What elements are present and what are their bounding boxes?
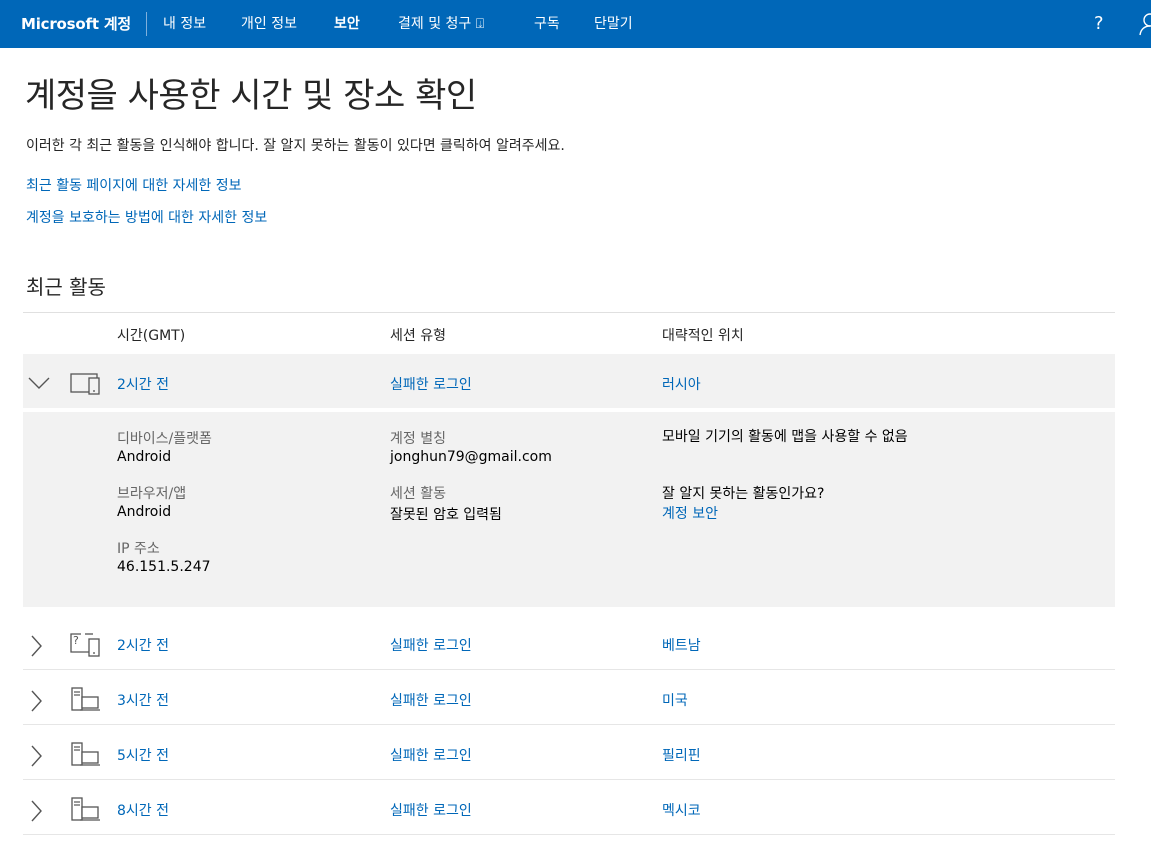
activity-time[interactable]: 8시간 전	[117, 800, 169, 820]
chevron-right-icon[interactable]	[29, 689, 43, 717]
nav-item-my-info[interactable]: 내 정보	[163, 0, 206, 48]
account-protection-info-link[interactable]: 계정을 보호하는 방법에 대한 자세한 정보	[26, 207, 267, 227]
header-session-type: 세션 유형	[390, 328, 446, 344]
activity-session-type[interactable]: 실패한 로그인	[390, 374, 472, 394]
activity-row-expanded[interactable]: 2시간 전 실패한 로그인 러시아	[23, 354, 1115, 408]
header-location: 대략적인 위치	[662, 328, 744, 344]
activity-session-type[interactable]: 실패한 로그인	[390, 800, 472, 820]
activity-time[interactable]: 3시간 전	[117, 690, 169, 710]
nav-item-security[interactable]: 보안	[334, 0, 360, 48]
account-alias-value: jonghun79@gmail.com	[390, 449, 552, 465]
brand-logo[interactable]: Microsoft 계정	[21, 0, 131, 48]
session-activity-value: 잘못된 암호 입력됨	[390, 507, 502, 523]
activity-table: 시간(GMT) 세션 유형 대략적인 위치 2시간 전 실패한 로그인 러시아 …	[23, 312, 1115, 835]
nav-divider	[146, 12, 147, 36]
activity-row[interactable]: ? 2시간 전 실패한 로그인 베트남	[23, 615, 1115, 670]
ip-address-value: 46.151.5.247	[117, 559, 211, 575]
session-activity-label: 세션 활동	[390, 486, 446, 502]
chevron-right-icon[interactable]	[29, 744, 43, 772]
activity-detail-panel: 디바이스/플랫폼 Android 브라우저/앱 Android IP 주소 46…	[23, 412, 1115, 607]
activity-session-type[interactable]: 실패한 로그인	[390, 635, 472, 655]
activity-row[interactable]: 5시간 전 실패한 로그인 필리핀	[23, 725, 1115, 780]
table-header: 시간(GMT) 세션 유형 대략적인 위치	[23, 312, 1115, 354]
chevron-right-icon[interactable]	[29, 799, 43, 827]
nav-item-billing[interactable]: 결제 및 청구 ⍗	[398, 0, 484, 48]
browser-app-label: 브라우저/앱	[117, 486, 187, 502]
help-icon[interactable]: ?	[1094, 0, 1104, 48]
activity-session-type[interactable]: 실패한 로그인	[390, 745, 472, 765]
activity-time[interactable]: 5시간 전	[117, 745, 169, 765]
browser-app-value: Android	[117, 504, 172, 520]
nav-item-devices[interactable]: 단말기	[594, 0, 633, 48]
activity-time[interactable]: 2시간 전	[117, 635, 169, 655]
activity-row[interactable]: 3시간 전 실패한 로그인 미국	[23, 670, 1115, 725]
desktop-icon	[69, 740, 103, 772]
recent-activity-info-link[interactable]: 최근 활동 페이지에 대한 자세한 정보	[26, 175, 241, 195]
activity-time[interactable]: 2시간 전	[117, 374, 169, 394]
top-nav-bar: Microsoft 계정 내 정보 개인 정보 보안 결제 및 청구 ⍗ 구독 …	[0, 0, 1151, 48]
desktop-icon	[69, 795, 103, 827]
unknown-device-icon: ?	[69, 630, 103, 662]
activity-row[interactable]: 8시간 전 실패한 로그인 멕시코	[23, 780, 1115, 835]
activity-location[interactable]: 베트남	[662, 635, 701, 655]
nav-item-privacy[interactable]: 개인 정보	[241, 0, 297, 48]
section-title: 최근 활동	[26, 275, 106, 299]
secure-account-link[interactable]: 계정 보안	[662, 503, 718, 523]
desktop-icon	[69, 685, 103, 717]
svg-text:?: ?	[73, 634, 79, 647]
phone-and-pc-icon	[69, 369, 103, 399]
activity-location[interactable]: 미국	[662, 690, 688, 710]
intro-text: 이러한 각 최근 활동을 인식해야 합니다. 잘 알지 못하는 활동이 있다면 …	[26, 138, 565, 154]
unknown-activity-question: 잘 알지 못하는 활동인가요?	[662, 486, 825, 502]
activity-location[interactable]: 러시아	[662, 374, 701, 394]
ip-address-label: IP 주소	[117, 541, 160, 557]
nav-item-subscriptions[interactable]: 구독	[534, 0, 560, 48]
activity-session-type[interactable]: 실패한 로그인	[390, 690, 472, 710]
device-platform-label: 디바이스/플랫폼	[117, 431, 212, 447]
user-account-icon[interactable]	[1138, 12, 1151, 40]
account-alias-label: 계정 별칭	[390, 431, 446, 447]
activity-location[interactable]: 필리핀	[662, 745, 701, 765]
activity-location[interactable]: 멕시코	[662, 800, 701, 820]
row-gap	[23, 607, 1115, 615]
map-unavailable-note: 모바일 기기의 활동에 맵을 사용할 수 없음	[662, 429, 908, 445]
header-time: 시간(GMT)	[117, 328, 186, 344]
device-platform-value: Android	[117, 449, 172, 465]
chevron-up-icon[interactable]	[27, 376, 51, 394]
chevron-right-icon[interactable]	[29, 634, 43, 662]
page-title: 계정을 사용한 시간 및 장소 확인	[25, 76, 477, 116]
